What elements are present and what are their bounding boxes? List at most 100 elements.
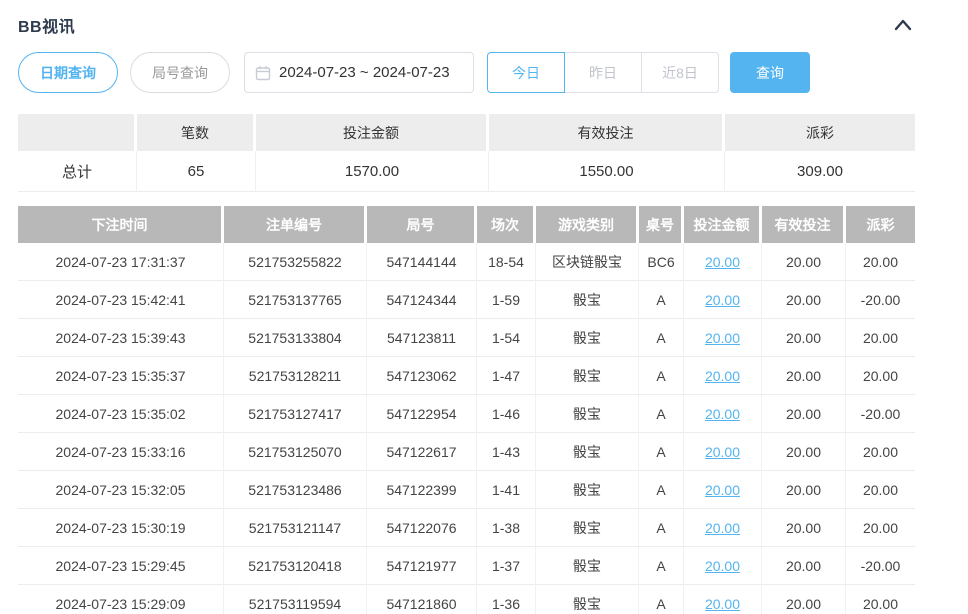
cell-valid-bet: 20.00 [762, 585, 846, 614]
bet-amount-link[interactable]: 20.00 [705, 520, 740, 536]
cell-game-type: 骰宝 [536, 433, 639, 471]
cell-valid-bet: 20.00 [762, 243, 846, 281]
cell-bet-id: 521753120418 [224, 547, 367, 585]
panel-header: BB视讯 [18, 0, 915, 36]
quick-range-today[interactable]: 今日 [487, 52, 565, 93]
cell-bet-id: 521753125070 [224, 433, 367, 471]
bet-amount-link[interactable]: 20.00 [705, 558, 740, 574]
records-header-bet-amount: 投注金额 [684, 206, 762, 243]
cell-bet-amount: 20.00 [684, 585, 762, 614]
cell-valid-bet: 20.00 [762, 395, 846, 433]
records-header-table-id: 桌号 [639, 206, 684, 243]
cell-session: 1-46 [477, 395, 536, 433]
cell-bet-time: 2024-07-23 15:33:16 [18, 433, 224, 471]
cell-table-id: A [639, 281, 684, 319]
summary-header-payout: 派彩 [725, 114, 915, 151]
table-row: 2024-07-23 15:29:45521753120418547121977… [18, 547, 915, 585]
cell-table-id: A [639, 433, 684, 471]
cell-table-id: A [639, 395, 684, 433]
cell-table-id: BC6 [639, 243, 684, 281]
round-query-tab[interactable]: 局号查询 [130, 52, 230, 93]
records-header-valid-bet: 有效投注 [762, 206, 846, 243]
cell-bet-time: 2024-07-23 15:35:37 [18, 357, 224, 395]
date-range-input[interactable]: 2024-07-23 ~ 2024-07-23 [244, 52, 474, 93]
cell-game-type: 骰宝 [536, 585, 639, 614]
records-header-bet-time: 下注时间 [18, 206, 224, 243]
cell-game-type: 骰宝 [536, 319, 639, 357]
cell-game-type: 区块链骰宝 [536, 243, 639, 281]
cell-valid-bet: 20.00 [762, 319, 846, 357]
cell-bet-amount: 20.00 [684, 395, 762, 433]
cell-valid-bet: 20.00 [762, 281, 846, 319]
cell-game-type: 骰宝 [536, 471, 639, 509]
cell-table-id: A [639, 509, 684, 547]
cell-session: 1-36 [477, 585, 536, 614]
records-header-game-type: 游戏类别 [536, 206, 639, 243]
records-section: 下注时间注单编号局号场次游戏类别桌号投注金额有效投注派彩 2024-07-23 … [18, 206, 915, 614]
summary-total-label: 总计 [18, 151, 137, 192]
cell-round-id: 547122954 [367, 395, 477, 433]
cell-bet-amount: 20.00 [684, 357, 762, 395]
cell-game-type: 骰宝 [536, 547, 639, 585]
records-table: 下注时间注单编号局号场次游戏类别桌号投注金额有效投注派彩 2024-07-23 … [18, 206, 915, 614]
cell-game-type: 骰宝 [536, 281, 639, 319]
summary-header-valid-bet: 有效投注 [489, 114, 725, 151]
bet-amount-link[interactable]: 20.00 [705, 482, 740, 498]
bet-amount-link[interactable]: 20.00 [705, 368, 740, 384]
bet-amount-link[interactable]: 20.00 [705, 254, 740, 270]
summary-header-row: 笔数 投注金额 有效投注 派彩 [18, 114, 915, 151]
cell-payout: -20.00 [846, 281, 915, 319]
summary-total-bet-amount: 1570.00 [256, 151, 489, 192]
table-row: 2024-07-23 17:31:37521753255822547144144… [18, 243, 915, 281]
cell-table-id: A [639, 585, 684, 614]
records-header-session: 场次 [477, 206, 536, 243]
bet-amount-link[interactable]: 20.00 [705, 330, 740, 346]
quick-range-last8days[interactable]: 近8日 [641, 52, 719, 93]
cell-payout: 20.00 [846, 509, 915, 547]
cell-payout: 20.00 [846, 243, 915, 281]
summary-total-row: 总计 65 1570.00 1550.00 309.00 [18, 151, 915, 192]
cell-bet-amount: 20.00 [684, 471, 762, 509]
filter-bar: 日期查询 局号查询 2024-07-23 ~ 2024-07-23 今日 昨日 … [18, 52, 915, 93]
cell-round-id: 547122076 [367, 509, 477, 547]
summary-header-empty [18, 114, 137, 151]
cell-bet-id: 521753255822 [224, 243, 367, 281]
search-button[interactable]: 查询 [730, 52, 810, 93]
bet-amount-link[interactable]: 20.00 [705, 596, 740, 612]
cell-table-id: A [639, 357, 684, 395]
bet-amount-link[interactable]: 20.00 [705, 292, 740, 308]
table-row: 2024-07-23 15:39:43521753133804547123811… [18, 319, 915, 357]
date-range-value: 2024-07-23 ~ 2024-07-23 [279, 64, 450, 81]
summary-total-count: 65 [137, 151, 256, 192]
summary-header-bet-amount: 投注金额 [256, 114, 489, 151]
summary-table: 笔数 投注金额 有效投注 派彩 总计 65 1570.00 1550.00 30… [18, 114, 915, 192]
cell-bet-time: 2024-07-23 15:29:45 [18, 547, 224, 585]
records-header-bet-id: 注单编号 [224, 206, 367, 243]
betting-records-panel: BB视讯 日期查询 局号查询 2024-0 [0, 0, 968, 614]
cell-table-id: A [639, 471, 684, 509]
table-row: 2024-07-23 15:30:19521753121147547122076… [18, 509, 915, 547]
cell-bet-time: 2024-07-23 17:31:37 [18, 243, 224, 281]
cell-valid-bet: 20.00 [762, 509, 846, 547]
cell-bet-amount: 20.00 [684, 509, 762, 547]
bet-amount-link[interactable]: 20.00 [705, 444, 740, 460]
records-header-row: 下注时间注单编号局号场次游戏类别桌号投注金额有效投注派彩 [18, 206, 915, 243]
cell-bet-amount: 20.00 [684, 243, 762, 281]
cell-session: 18-54 [477, 243, 536, 281]
bet-amount-link[interactable]: 20.00 [705, 406, 740, 422]
cell-game-type: 骰宝 [536, 357, 639, 395]
cell-payout: -20.00 [846, 547, 915, 585]
cell-bet-time: 2024-07-23 15:30:19 [18, 509, 224, 547]
cell-round-id: 547122399 [367, 471, 477, 509]
cell-payout: -20.00 [846, 395, 915, 433]
collapse-button[interactable] [891, 15, 915, 35]
cell-bet-id: 521753123486 [224, 471, 367, 509]
date-query-tab[interactable]: 日期查询 [18, 52, 118, 93]
cell-session: 1-38 [477, 509, 536, 547]
cell-session: 1-41 [477, 471, 536, 509]
quick-range-yesterday[interactable]: 昨日 [564, 52, 642, 93]
cell-bet-id: 521753121147 [224, 509, 367, 547]
table-row: 2024-07-23 15:33:16521753125070547122617… [18, 433, 915, 471]
calendar-icon [255, 65, 271, 81]
summary-header-count: 笔数 [137, 114, 256, 151]
